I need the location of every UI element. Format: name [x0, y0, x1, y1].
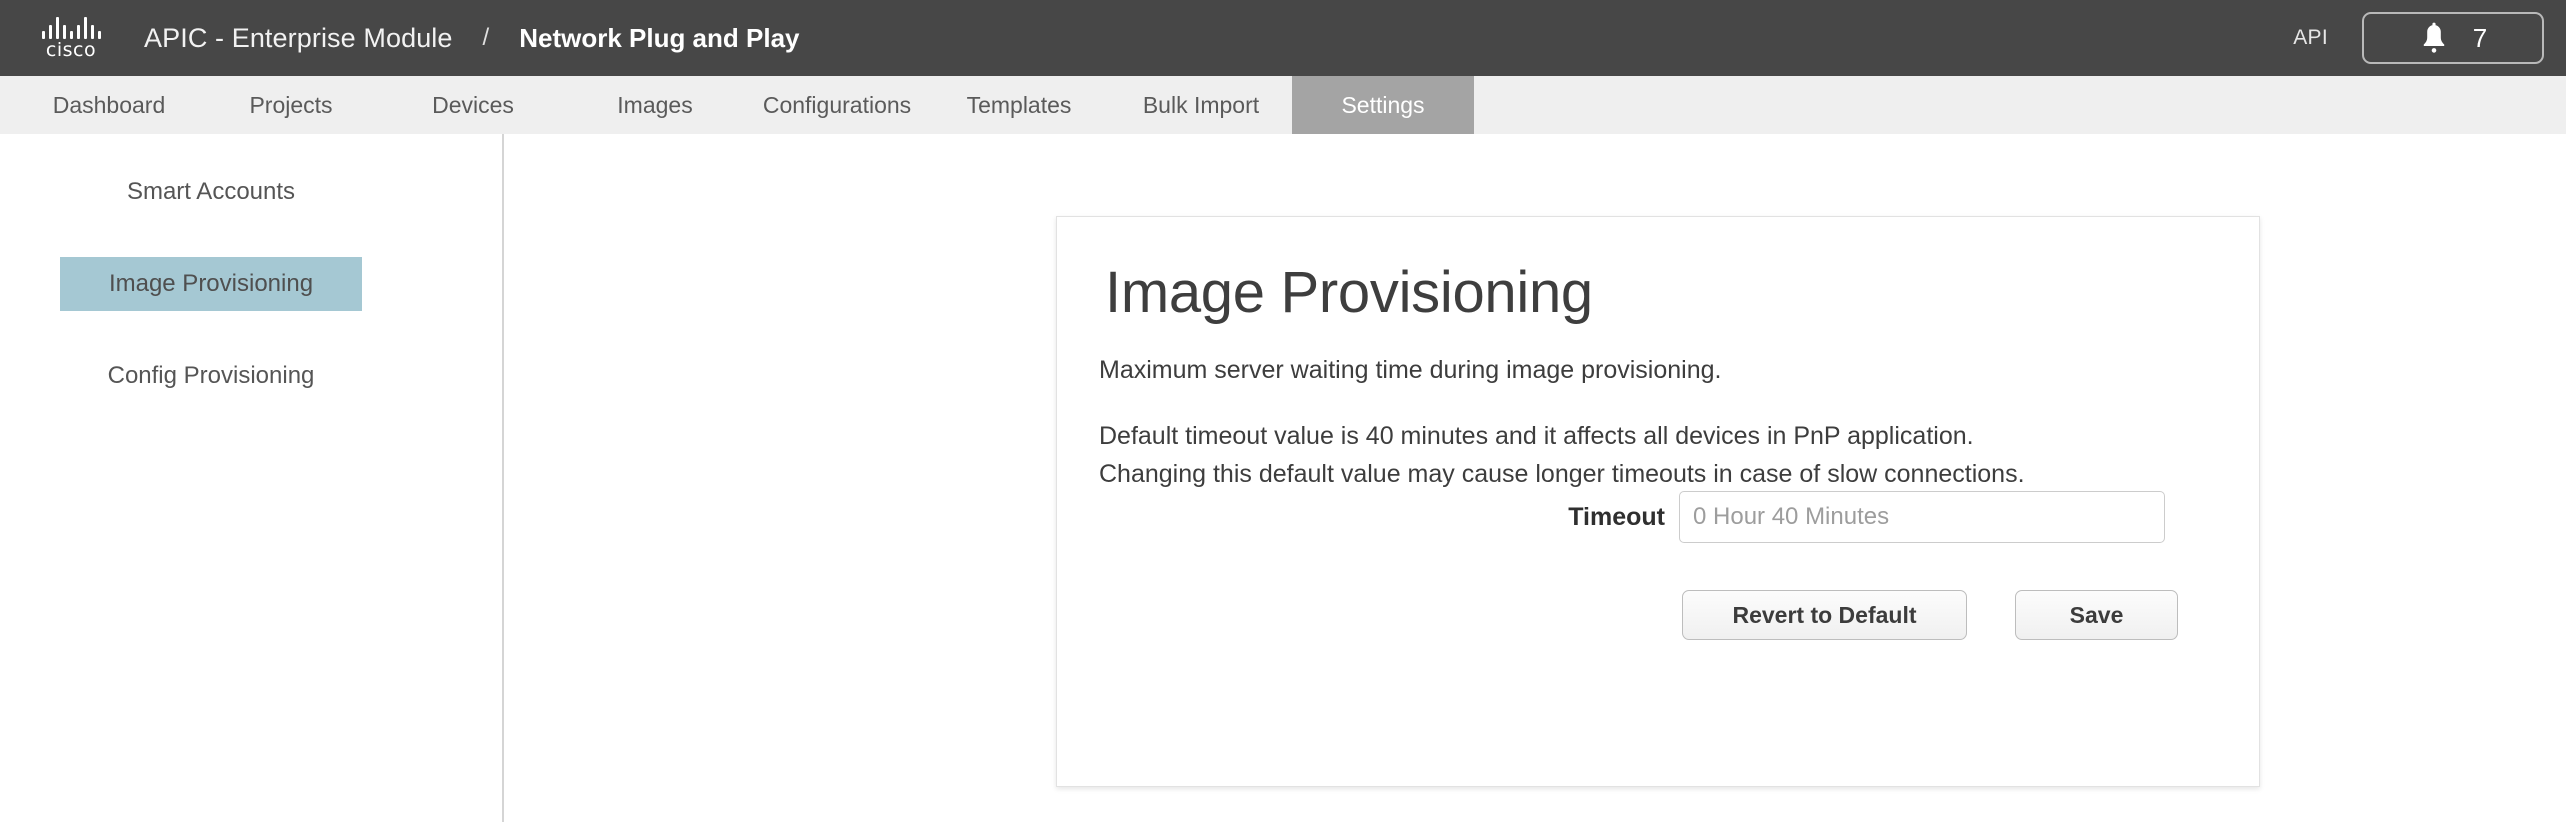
- revert-to-default-button[interactable]: Revert to Default: [1682, 590, 1967, 640]
- app-title: APIC - Enterprise Module: [144, 22, 453, 53]
- sidebar: Smart Accounts Image Provisioning Config…: [0, 134, 504, 822]
- card-title: Image Provisioning: [1105, 260, 1593, 325]
- tab-devices[interactable]: Devices: [382, 76, 564, 134]
- page-section-title: Network Plug and Play: [519, 22, 800, 53]
- cisco-logo-bars: [41, 16, 101, 39]
- sidebar-item-image-provisioning[interactable]: Image Provisioning: [60, 257, 362, 311]
- timeout-input[interactable]: [1679, 491, 2165, 543]
- cisco-wordmark: cisco: [45, 38, 97, 61]
- tab-images[interactable]: Images: [564, 76, 746, 134]
- timeout-field-row: Timeout: [1057, 491, 2261, 543]
- card-button-row: Revert to Default Save: [1057, 590, 2261, 640]
- card-description-primary: Maximum server waiting time during image…: [1099, 356, 1722, 384]
- nav-tabs: Dashboard Projects Devices Images Config…: [0, 76, 2566, 134]
- tab-bulk-import[interactable]: Bulk Import: [1110, 76, 1292, 134]
- save-button[interactable]: Save: [2015, 590, 2178, 640]
- tab-templates[interactable]: Templates: [928, 76, 1110, 134]
- card-description-secondary-line-1: Default timeout value is 40 minutes and …: [1099, 422, 1974, 450]
- card-description-secondary: Default timeout value is 40 minutes and …: [1099, 417, 2025, 493]
- timeout-label: Timeout: [1568, 502, 1665, 531]
- image-provisioning-card: Image Provisioning Maximum server waitin…: [1056, 216, 2260, 787]
- tab-projects[interactable]: Projects: [200, 76, 382, 134]
- cisco-logo-icon[interactable]: cisco: [32, 16, 110, 61]
- sidebar-item-config-provisioning[interactable]: Config Provisioning: [60, 349, 362, 403]
- sidebar-item-smart-accounts[interactable]: Smart Accounts: [60, 165, 362, 219]
- header-right-group: API 7: [2293, 12, 2544, 64]
- bell-icon: [2419, 22, 2449, 54]
- tab-settings[interactable]: Settings: [1292, 76, 1474, 134]
- tab-dashboard[interactable]: Dashboard: [18, 76, 200, 134]
- breadcrumb-separator: /: [482, 24, 490, 51]
- card-description-secondary-line-2: Changing this default value may cause lo…: [1099, 460, 2025, 488]
- top-header: cisco APIC - Enterprise Module / Network…: [0, 0, 2566, 76]
- notification-badge[interactable]: 7: [2362, 12, 2544, 64]
- body-area: Smart Accounts Image Provisioning Config…: [0, 134, 2566, 822]
- tab-configurations[interactable]: Configurations: [746, 76, 928, 134]
- api-link[interactable]: API: [2293, 26, 2328, 50]
- notification-count: 7: [2472, 22, 2488, 53]
